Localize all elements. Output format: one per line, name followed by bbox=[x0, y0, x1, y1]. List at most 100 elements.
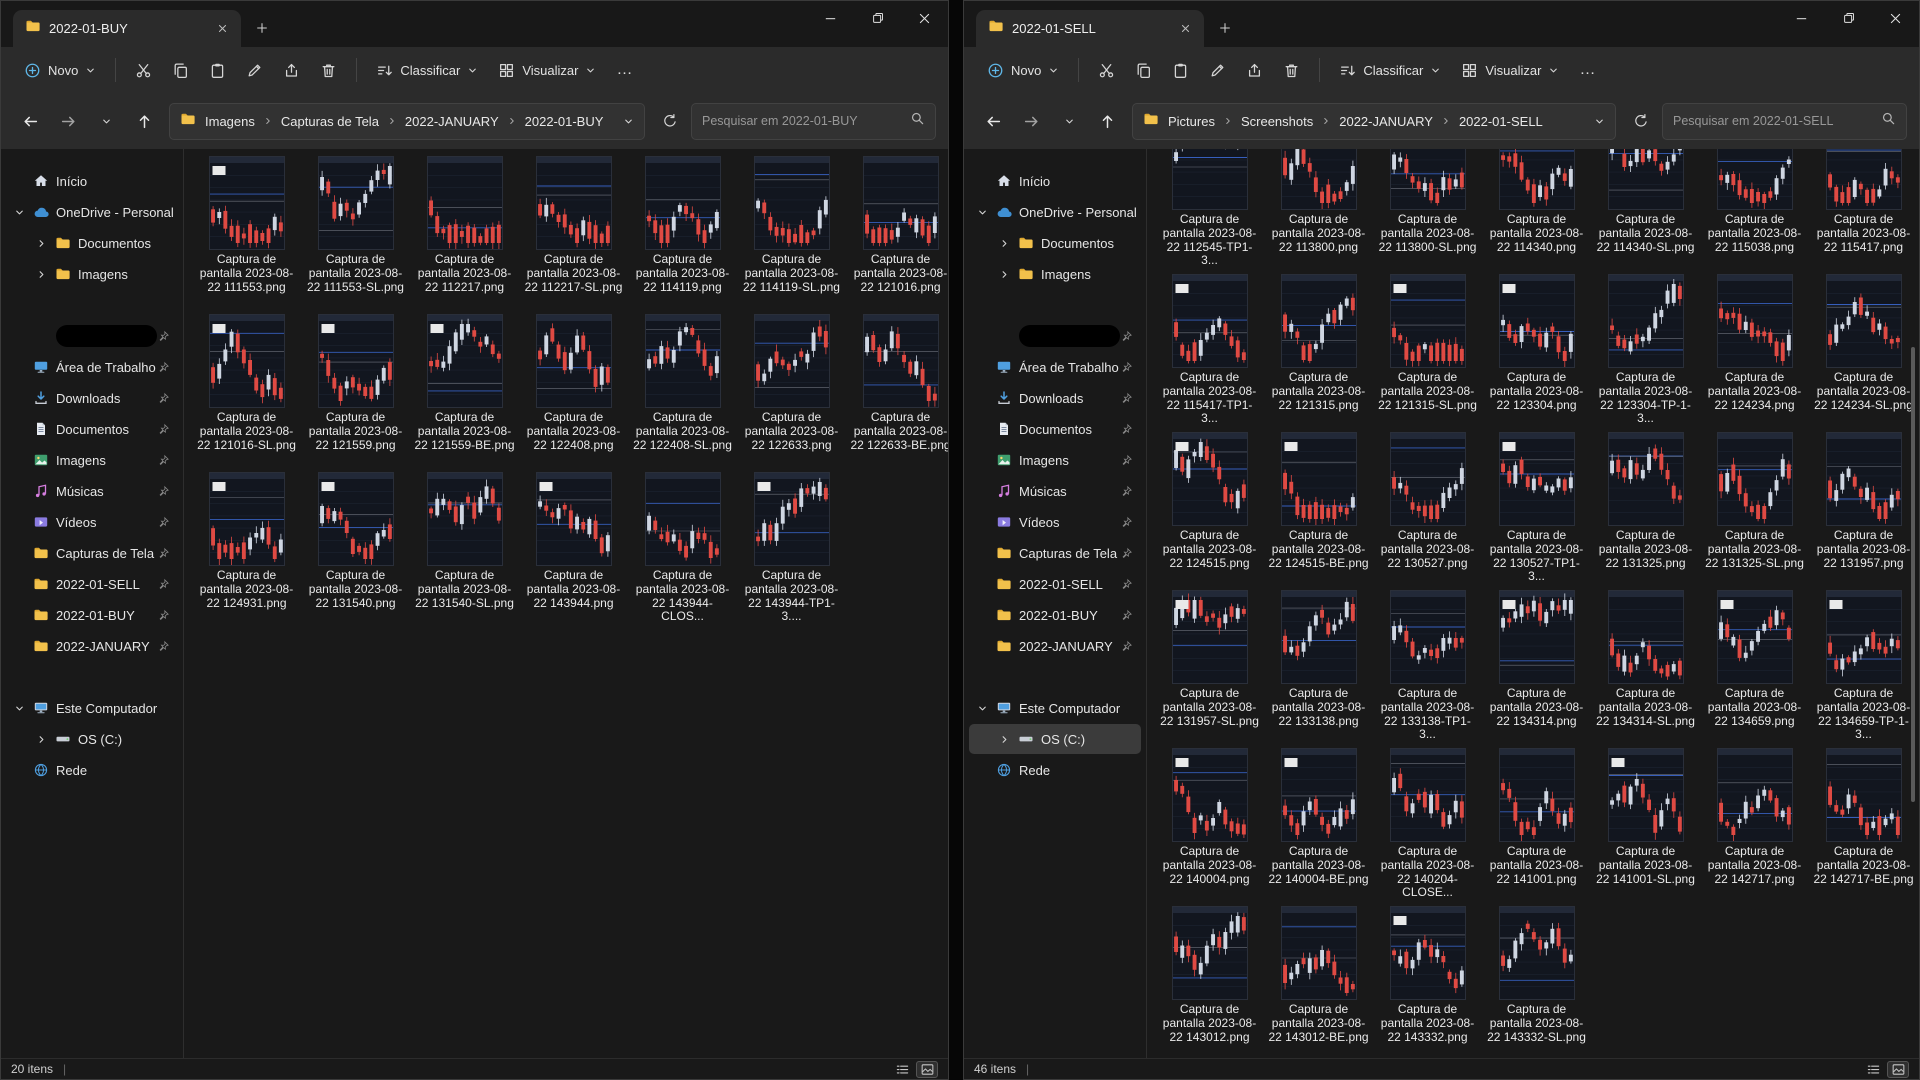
address-dropdown-icon[interactable] bbox=[623, 116, 634, 127]
forward-button[interactable] bbox=[1014, 105, 1048, 137]
delete-button[interactable] bbox=[311, 53, 346, 87]
file-item[interactable]: Captura de pantalla 2023-08-22 143944.pn… bbox=[519, 471, 628, 625]
chevron-down-icon[interactable] bbox=[971, 703, 993, 714]
file-item[interactable]: Captura de pantalla 2023-08-22 130527.pn… bbox=[1373, 431, 1482, 585]
file-item[interactable]: Captura de pantalla 2023-08-22 140204-CL… bbox=[1373, 747, 1482, 901]
sidebar-item-downloads[interactable]: Downloads bbox=[969, 383, 1141, 413]
cut-button[interactable] bbox=[126, 53, 161, 87]
sidebar-item-rede[interactable]: Rede bbox=[6, 755, 178, 785]
address-dropdown-icon[interactable] bbox=[1594, 116, 1605, 127]
file-item[interactable]: Captura de pantalla 2023-08-22 143944-TP… bbox=[737, 471, 846, 625]
sort-button[interactable]: Classificar bbox=[1330, 53, 1450, 87]
file-item[interactable]: Captura de pantalla 2023-08-22 111553.pn… bbox=[192, 155, 301, 309]
close-button[interactable] bbox=[901, 1, 948, 35]
file-item[interactable]: Captura de pantalla 2023-08-22 121315-SL… bbox=[1373, 273, 1482, 427]
file-item[interactable]: Captura de pantalla 2023-08-22 143944-CL… bbox=[628, 471, 737, 625]
sidebar-item-in-cio[interactable]: Início bbox=[969, 166, 1141, 196]
chevron-right-icon[interactable] bbox=[993, 734, 1015, 745]
file-item[interactable]: Captura de pantalla 2023-08-22 131540-SL… bbox=[410, 471, 519, 625]
sidebar-item-rede[interactable]: Rede bbox=[969, 755, 1141, 785]
back-button[interactable] bbox=[976, 105, 1010, 137]
paste-button[interactable] bbox=[200, 53, 235, 87]
share-button[interactable] bbox=[1237, 53, 1272, 87]
sidebar-item-2022-january[interactable]: 2022-JANUARY bbox=[969, 631, 1141, 661]
file-item[interactable]: Captura de pantalla 2023-08-22 141001-SL… bbox=[1591, 747, 1700, 901]
file-item[interactable]: Captura de pantalla 2023-08-22 143332-SL… bbox=[1482, 905, 1591, 1058]
chevron-down-icon[interactable] bbox=[8, 207, 30, 218]
cut-button[interactable] bbox=[1089, 53, 1124, 87]
sidebar-item-v-deos[interactable]: Vídeos bbox=[6, 507, 178, 537]
new-tab-button[interactable] bbox=[247, 13, 277, 43]
sidebar-item-rea-de-trabalho[interactable]: Área de Trabalho bbox=[6, 352, 178, 382]
file-item[interactable]: Captura de pantalla 2023-08-22 124234.pn… bbox=[1700, 273, 1809, 427]
chevron-right-icon[interactable] bbox=[993, 269, 1015, 280]
file-item[interactable]: Captura de pantalla 2023-08-22 124515-BE… bbox=[1264, 431, 1373, 585]
file-item[interactable]: Captura de pantalla 2023-08-22 143012.pn… bbox=[1155, 905, 1264, 1058]
file-item[interactable]: Captura de pantalla 2023-08-22 122408-SL… bbox=[628, 313, 737, 467]
up-button[interactable] bbox=[1090, 105, 1124, 137]
sidebar-item-in-cio[interactable]: Início bbox=[6, 166, 178, 196]
file-item[interactable]: Captura de pantalla 2023-08-22 140004-BE… bbox=[1264, 747, 1373, 901]
refresh-button[interactable] bbox=[1624, 105, 1658, 137]
sidebar-item-rea-de-trabalho[interactable]: Área de Trabalho bbox=[969, 352, 1141, 382]
file-item[interactable]: Captura de pantalla 2023-08-22 112217.pn… bbox=[410, 155, 519, 309]
new-button[interactable]: Novo bbox=[978, 53, 1068, 87]
file-item[interactable]: Captura de pantalla 2023-08-22 134314.pn… bbox=[1482, 589, 1591, 743]
file-item[interactable]: Captura de pantalla 2023-08-22 112545-TP… bbox=[1155, 149, 1264, 269]
file-item[interactable]: Captura de pantalla 2023-08-22 134659-TP… bbox=[1809, 589, 1918, 743]
file-item[interactable]: Captura de pantalla 2023-08-22 121559.pn… bbox=[301, 313, 410, 467]
sidebar-item-downloads[interactable]: Downloads bbox=[6, 383, 178, 413]
file-item[interactable]: Captura de pantalla 2023-08-22 131325-SL… bbox=[1700, 431, 1809, 585]
sidebar-item-onedrive-personal[interactable]: OneDrive - Personal bbox=[969, 197, 1141, 227]
file-item[interactable]: Captura de pantalla 2023-08-22 122633.pn… bbox=[737, 313, 846, 467]
breadcrumb-item[interactable]: Imagens bbox=[198, 111, 262, 132]
chevron-right-icon[interactable] bbox=[30, 269, 52, 280]
file-item[interactable]: Captura de pantalla 2023-08-22 134314-SL… bbox=[1591, 589, 1700, 743]
file-item[interactable]: Captura de pantalla 2023-08-22 115417-TP… bbox=[1155, 273, 1264, 427]
paste-button[interactable] bbox=[1163, 53, 1198, 87]
minimize-button[interactable] bbox=[807, 1, 854, 35]
breadcrumb-item[interactable]: 2022-01-SELL bbox=[1452, 111, 1550, 132]
sidebar-item-documentos[interactable]: Documentos bbox=[6, 414, 178, 444]
sort-button[interactable]: Classificar bbox=[367, 53, 487, 87]
file-item[interactable]: Captura de pantalla 2023-08-22 114119-SL… bbox=[737, 155, 846, 309]
more-options-button[interactable]: … bbox=[607, 53, 642, 87]
search-input[interactable] bbox=[1673, 114, 1875, 128]
sidebar-item-os-c[interactable]: OS (C:) bbox=[6, 724, 178, 754]
rename-button[interactable] bbox=[237, 53, 272, 87]
new-button[interactable]: Novo bbox=[15, 53, 105, 87]
breadcrumb-item[interactable]: 2022-01-BUY bbox=[518, 111, 611, 132]
rename-button[interactable] bbox=[1200, 53, 1235, 87]
details-view-icon[interactable] bbox=[891, 1061, 913, 1078]
sidebar-item-capturas-de-tela[interactable]: Capturas de Tela bbox=[6, 538, 178, 568]
maximize-button[interactable] bbox=[1825, 1, 1872, 35]
file-item[interactable]: Captura de pantalla 2023-08-22 121559-BE… bbox=[410, 313, 519, 467]
breadcrumb-item[interactable]: 2022-JANUARY bbox=[398, 111, 506, 132]
sidebar-item-redacted[interactable] bbox=[969, 321, 1141, 351]
file-item[interactable]: Captura de pantalla 2023-08-22 111553-SL… bbox=[301, 155, 410, 309]
file-item[interactable]: Captura de pantalla 2023-08-22 142717.pn… bbox=[1700, 747, 1809, 901]
delete-button[interactable] bbox=[1274, 53, 1309, 87]
file-item[interactable]: Captura de pantalla 2023-08-22 121016.pn… bbox=[846, 155, 948, 309]
search-input[interactable] bbox=[702, 114, 904, 128]
tab-2022-01-buy[interactable]: 2022-01-BUY bbox=[13, 10, 241, 47]
file-item[interactable]: Captura de pantalla 2023-08-22 143332.pn… bbox=[1373, 905, 1482, 1058]
file-item[interactable]: Captura de pantalla 2023-08-22 143012-BE… bbox=[1264, 905, 1373, 1058]
breadcrumb-item[interactable]: Screenshots bbox=[1234, 111, 1320, 132]
chevron-right-icon[interactable] bbox=[993, 238, 1015, 249]
close-button[interactable] bbox=[1872, 1, 1919, 35]
file-item[interactable]: Captura de pantalla 2023-08-22 114119.pn… bbox=[628, 155, 737, 309]
file-item[interactable]: Captura de pantalla 2023-08-22 133138.pn… bbox=[1264, 589, 1373, 743]
view-button[interactable]: Visualizar bbox=[1452, 53, 1568, 87]
chevron-right-icon[interactable] bbox=[30, 238, 52, 249]
tab-close-icon[interactable] bbox=[211, 18, 233, 40]
share-button[interactable] bbox=[274, 53, 309, 87]
sidebar-item-este-computador[interactable]: Este Computador bbox=[969, 693, 1141, 723]
file-item[interactable]: Captura de pantalla 2023-08-22 113800-SL… bbox=[1373, 149, 1482, 269]
file-item[interactable]: Captura de pantalla 2023-08-22 121315.pn… bbox=[1264, 273, 1373, 427]
copy-button[interactable] bbox=[1126, 53, 1161, 87]
file-item[interactable]: Captura de pantalla 2023-08-22 124234-SL… bbox=[1809, 273, 1918, 427]
sidebar-item-imagens[interactable]: Imagens bbox=[6, 445, 178, 475]
sidebar-item-imagens[interactable]: Imagens bbox=[969, 259, 1141, 289]
file-item[interactable]: Captura de pantalla 2023-08-22 134659.pn… bbox=[1700, 589, 1809, 743]
